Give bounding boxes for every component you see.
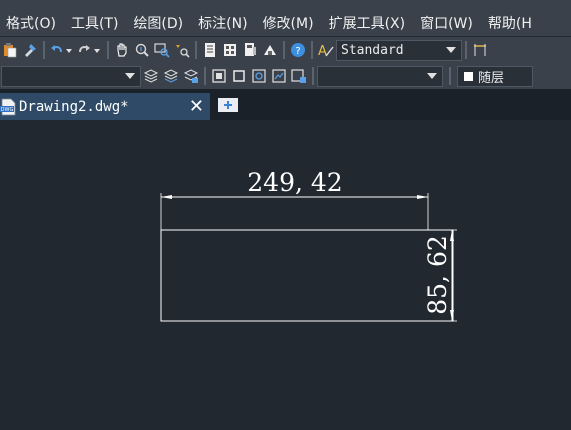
menu-draw[interactable]: 绘图(D): [127, 13, 192, 33]
new-tab-button[interactable]: [216, 95, 240, 115]
text-style-value: Standard: [341, 42, 404, 58]
document-tab[interactable]: DWG Drawing2.dwg* ✕: [0, 93, 210, 120]
toolbar-separator: [465, 41, 467, 59]
zoom-previous-icon[interactable]: [172, 40, 192, 60]
undo-icon[interactable]: [48, 40, 76, 60]
dimension-arrow: [161, 195, 172, 199]
menu-window[interactable]: 窗口(W): [414, 13, 482, 33]
match-properties-icon[interactable]: [20, 40, 40, 60]
menu-extended-tools[interactable]: 扩展工具(X): [323, 13, 415, 33]
color-select[interactable]: [317, 65, 443, 87]
zoom-realtime-icon[interactable]: [132, 40, 152, 60]
layer-state-select[interactable]: [1, 65, 141, 87]
dimension-style-icon[interactable]: [470, 40, 490, 60]
dwg-file-icon: DWG: [0, 98, 16, 115]
menu-help[interactable]: 帮助(H: [482, 13, 541, 33]
svg-text:?: ?: [295, 46, 300, 57]
block-icon[interactable]: [209, 66, 229, 86]
redo-icon[interactable]: [76, 40, 104, 60]
toolbar-separator: [43, 41, 45, 59]
layer-value: 随层: [478, 70, 505, 86]
chevron-down-icon: [125, 72, 135, 79]
svg-text:A: A: [318, 44, 327, 58]
menu-modify[interactable]: 修改(M): [257, 13, 323, 33]
menu-tools[interactable]: 工具(T): [65, 13, 127, 33]
menu-format[interactable]: 格式(O): [0, 13, 65, 33]
pan-hand-icon[interactable]: [112, 40, 132, 60]
layer-properties-icon[interactable]: [141, 66, 161, 86]
xref-icon[interactable]: [249, 66, 269, 86]
menu-bar: 格式(O) 工具(T) 绘图(D) 标注(N) 修改(M) 扩展工具(X) 窗口…: [0, 10, 571, 36]
rectangle-entity[interactable]: [160, 229, 454, 322]
text-style-select[interactable]: Standard: [336, 39, 462, 61]
toolbar-separator: [449, 67, 451, 85]
layers-toolbar: 随层: [0, 63, 571, 89]
toolbar-separator: [283, 41, 285, 59]
text-style-icon[interactable]: A: [316, 40, 336, 60]
layer-select[interactable]: 随层: [457, 65, 533, 87]
insert-block-icon[interactable]: [229, 66, 249, 86]
horizontal-dimension-text[interactable]: 249, 42: [247, 168, 342, 197]
tool-palettes-icon[interactable]: [240, 40, 260, 60]
drawing-canvas[interactable]: 249, 42 85, 62: [0, 120, 571, 426]
document-tab-bar: DWG Drawing2.dwg* ✕: [0, 89, 571, 120]
toolbar-separator: [312, 67, 314, 85]
close-icon[interactable]: ✕: [189, 96, 204, 117]
document-tab-title: Drawing2.dwg*: [19, 98, 129, 115]
toolbar-separator: [195, 41, 197, 59]
zoom-window-icon[interactable]: [152, 40, 172, 60]
toolbar-separator: [107, 41, 109, 59]
dimension-arrow: [417, 195, 428, 199]
chevron-down-icon: [446, 46, 456, 53]
markup-icon[interactable]: [260, 40, 280, 60]
window-title-strip: [0, 0, 571, 10]
properties-icon[interactable]: [200, 40, 220, 60]
vertical-dimension-text[interactable]: 85, 62: [423, 235, 452, 315]
paste-icon[interactable]: [0, 40, 20, 60]
layer-color-swatch: [464, 71, 473, 81]
layer-states-icon[interactable]: [181, 66, 201, 86]
chevron-down-icon: [427, 72, 437, 79]
design-center-icon[interactable]: [220, 40, 240, 60]
help-icon[interactable]: ?: [288, 40, 308, 60]
toolbar-separator: [204, 67, 206, 85]
attach-icon[interactable]: [289, 66, 309, 86]
new-drawing-icon: [218, 98, 238, 112]
standard-toolbar: ? A Standard: [0, 37, 571, 63]
layer-previous-icon[interactable]: [161, 66, 181, 86]
svg-text:DWG: DWG: [1, 107, 14, 113]
image-icon[interactable]: [269, 66, 289, 86]
drawing-svg: 249, 42 85, 62: [160, 168, 457, 322]
menu-dimension[interactable]: 标注(N): [192, 13, 256, 33]
toolbar-separator: [311, 41, 313, 59]
